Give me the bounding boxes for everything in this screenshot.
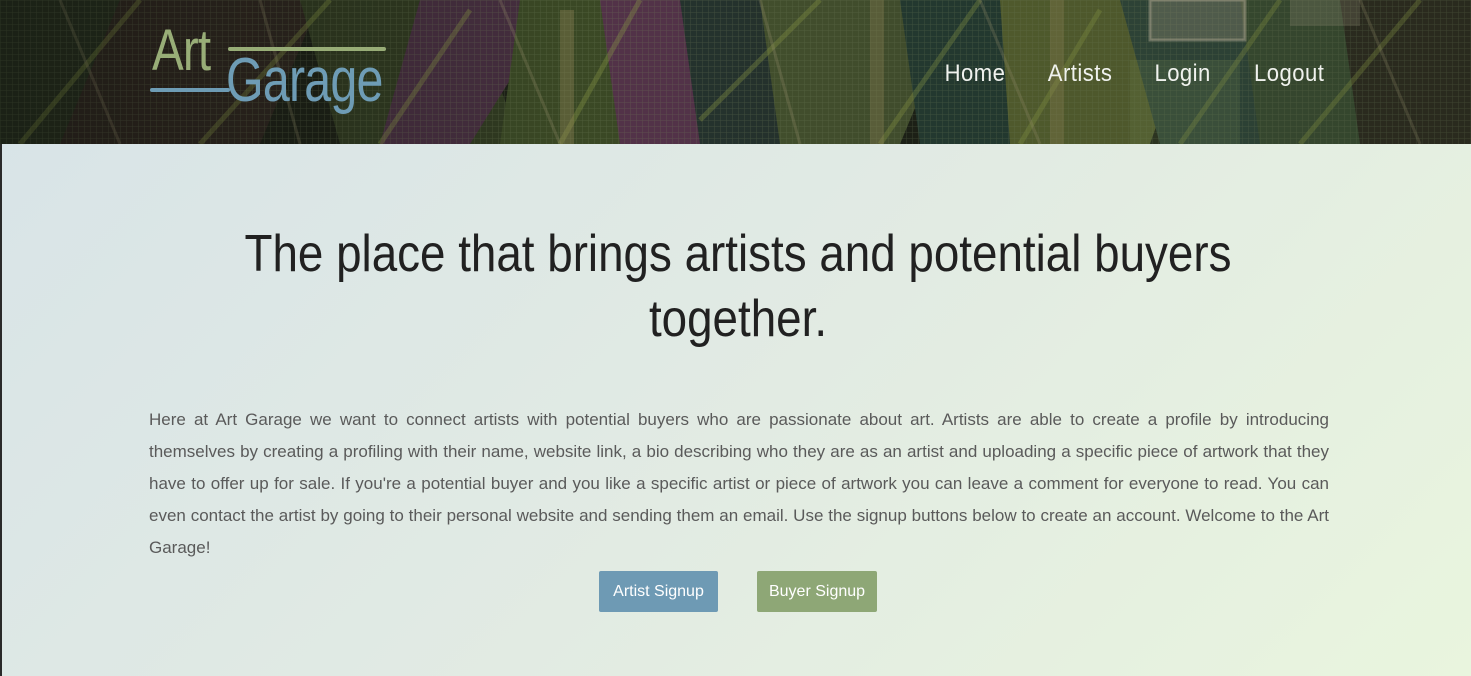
artist-signup-button[interactable]: Artist Signup — [599, 571, 718, 612]
logo-underline-blue — [150, 88, 230, 92]
nav-login-link[interactable]: Login — [1155, 60, 1211, 88]
art-garage-logo[interactable]: Art Garage — [148, 22, 393, 122]
site-header: Art Garage Home Artists Login Logout — [0, 0, 1471, 144]
intro-paragraph: Here at Art Garage we want to connect ar… — [149, 410, 1329, 557]
buyer-signup-button[interactable]: Buyer Signup — [757, 571, 877, 612]
logo-word-garage: Garage — [226, 46, 383, 115]
headline-text: The place that brings artists and potent… — [244, 225, 1232, 348]
main-nav: Home Artists Login Logout — [905, 60, 1327, 88]
nav-home-link[interactable]: Home — [945, 60, 1006, 88]
nav-artists-link[interactable]: Artists — [1048, 60, 1113, 88]
logo-word-art: Art — [152, 18, 211, 83]
nav-logout-link[interactable]: Logout — [1254, 60, 1324, 88]
page-headline: The place that brings artists and potent… — [160, 222, 1316, 352]
